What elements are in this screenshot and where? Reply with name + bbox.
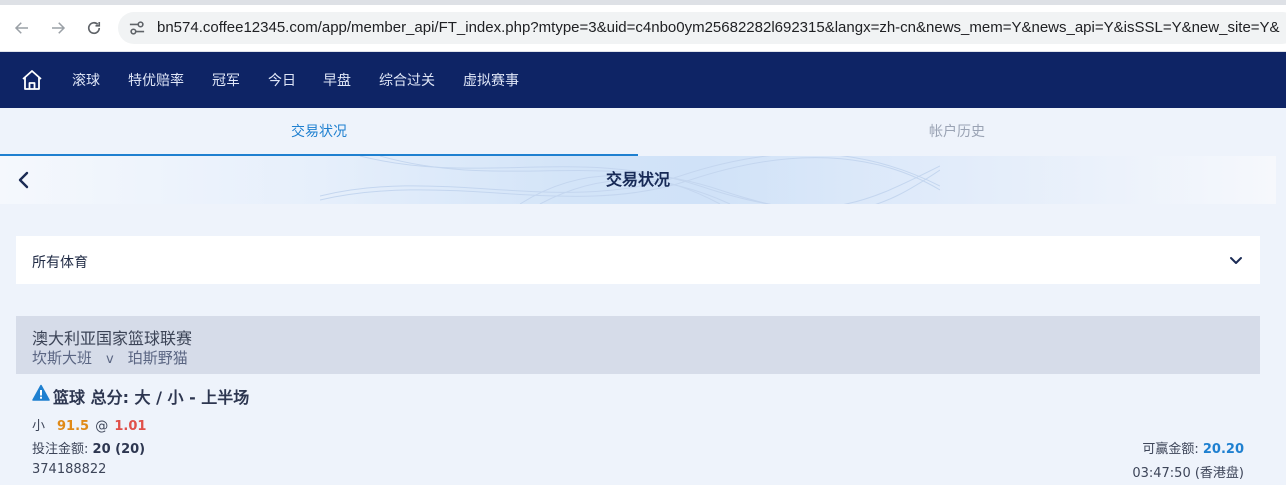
- bet-details: 篮球 总分: 大 / 小 - 上半场 小 91.5 @ 1.01 投注金额: 20…: [0, 374, 1286, 485]
- title-banner: 交易状况: [0, 156, 1276, 204]
- selection: 小: [32, 419, 46, 434]
- main-nav: 滚球 特优赔率 冠军 今日 早盘 综合过关 虚拟赛事: [0, 52, 1286, 108]
- stake-line: 投注金额: 20 (20): [32, 438, 145, 457]
- away-team: 珀斯野猫: [127, 349, 188, 367]
- at-symbol: @: [95, 419, 109, 434]
- nav-item-early[interactable]: 早盘: [323, 70, 351, 90]
- arrow-left-icon: [14, 22, 28, 34]
- sport-filter-value: 所有体育: [32, 255, 88, 271]
- chevron-down-icon: [1230, 257, 1242, 264]
- warning-icon: [32, 384, 50, 401]
- nav-item-today[interactable]: 今日: [268, 70, 296, 90]
- sport-filter-select[interactable]: 所有体育: [16, 236, 1260, 284]
- page-title: 交易状况: [605, 170, 670, 189]
- url-text[interactable]: bn574.coffee12345.com/app/member_api/FT_…: [157, 19, 1280, 36]
- browser-toolbar: bn574.coffee12345.com/app/member_api/FT_…: [0, 0, 1286, 52]
- reload-icon: [87, 21, 101, 35]
- stake-label: 投注金额:: [32, 442, 89, 457]
- match-teams: 坎斯大班 v 珀斯野猫: [32, 347, 188, 368]
- nav-item-outright[interactable]: 冠军: [212, 70, 240, 90]
- nav-item-parlay[interactable]: 综合过关: [379, 70, 435, 90]
- nav-item-live[interactable]: 滚球: [72, 70, 100, 90]
- win-value: 20.20: [1202, 442, 1244, 457]
- nav-item-special-odds[interactable]: 特优赔率: [128, 70, 184, 90]
- bet-type: 篮球 总分: 大 / 小 - 上半场: [53, 388, 250, 407]
- vs-label: v: [106, 352, 114, 367]
- address-bar[interactable]: bn574.coffee12345.com/app/member_api/FT_…: [118, 12, 1286, 44]
- tab-transactions[interactable]: 交易状况: [0, 108, 638, 156]
- home-icon[interactable]: [20, 68, 44, 92]
- league-name: 澳大利亚国家篮球联赛: [32, 329, 193, 348]
- home-team: 坎斯大班: [32, 349, 93, 367]
- browser-back-button[interactable]: [8, 14, 36, 42]
- nav-item-virtual[interactable]: 虚拟赛事: [463, 70, 519, 90]
- league-header: 澳大利亚国家篮球联赛 坎斯大班 v 珀斯野猫: [16, 316, 1260, 374]
- handicap: 91.5: [57, 419, 90, 434]
- tab-bar: 交易状况 帐户历史: [0, 108, 1286, 156]
- tab-account-history[interactable]: 帐户历史: [638, 108, 1276, 156]
- selection-line: 小 91.5 @ 1.01: [32, 415, 146, 434]
- stake-value: 20 (20): [92, 442, 146, 457]
- win-label: 可赢金额:: [1142, 442, 1199, 457]
- site-info-icon[interactable]: [128, 20, 146, 36]
- browser-forward-button[interactable]: [44, 14, 72, 42]
- win-line: 可赢金额: 20.20: [1142, 438, 1244, 457]
- browser-reload-button[interactable]: [80, 14, 108, 42]
- arrow-right-icon: [52, 22, 66, 34]
- odds: 1.01: [114, 419, 147, 434]
- ticket-id: 374188822: [32, 462, 107, 477]
- bet-time: 03:47:50 (香港盘): [1132, 466, 1244, 481]
- browser-tab-strip: [0, 0, 1286, 5]
